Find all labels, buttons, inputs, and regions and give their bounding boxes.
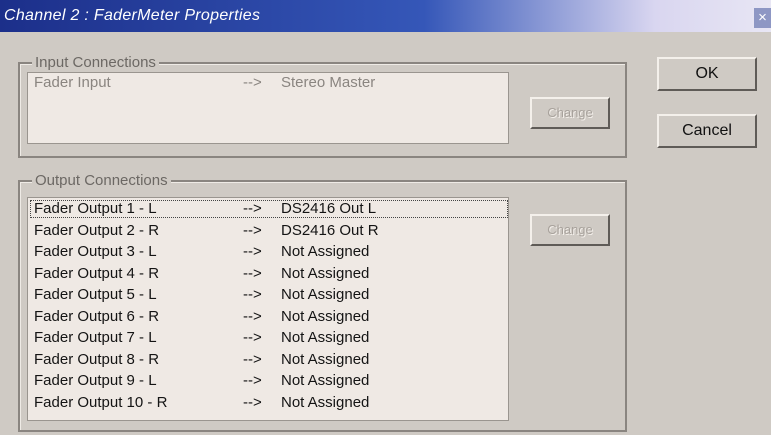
arrow-icon: --> [243,393,262,411]
connection-source: Fader Output 7 - L [34,329,157,346]
connection-target: Not Assigned [281,393,370,411]
connection-target: Not Assigned [281,329,370,346]
connection-target: DS2416 Out L [281,200,377,217]
input-connections-group: Input Connections Fader Input --> Stereo… [18,54,627,158]
connection-source: Fader Output 3 - L [34,243,157,260]
arrow-icon: --> [243,286,262,303]
connection-source: Fader Input [34,74,111,91]
arrow-icon: --> [243,243,262,260]
ok-button[interactable]: OK [657,57,757,91]
connection-source: Fader Output 2 - R [34,221,160,239]
arrow-icon: --> [243,350,262,368]
arrow-icon: --> [243,329,262,346]
input-connections-list[interactable]: Fader Input --> Stereo Master [27,72,509,144]
output-change-button[interactable]: Change [530,214,610,246]
connection-target: Not Assigned [281,286,370,303]
connection-target: Stereo Master [281,74,376,91]
output-connections-list[interactable]: Fader Output 1 - L --> DS2416 Out L Fader O… [27,197,509,421]
connection-source: Fader Output 10 - R [34,393,168,411]
connection-target: Not Assigned [281,307,370,325]
cancel-label: Cancel [682,122,732,139]
arrow-icon: --> [243,74,262,91]
arrow-icon: --> [243,372,262,389]
connection-source: Fader Output 6 - R [34,307,160,325]
connection-target: Not Assigned [281,264,370,282]
dialog-body: Input Connections Fader Input --> Stereo… [0,32,771,435]
title-bar[interactable]: Channel 2 : FaderMeter Properties × [0,0,771,32]
connection-source: Fader Output 8 - R [34,350,160,368]
connection-source: Fader Output 1 - L [34,200,157,217]
window-title: Channel 2 : FaderMeter Properties [4,7,261,24]
output-connections-label: Output Connections [32,172,171,189]
connection-source: Fader Output 5 - L [34,286,157,303]
close-icon[interactable]: × [754,8,771,28]
input-change-button[interactable]: Change [530,97,610,129]
input-connections-label: Input Connections [32,54,159,71]
arrow-icon: --> [243,307,262,325]
connection-target: Not Assigned [281,372,370,389]
connection-target: Not Assigned [281,243,370,260]
cancel-button[interactable]: Cancel [657,114,757,148]
arrow-icon: --> [243,264,262,282]
ok-label: OK [695,65,719,82]
arrow-icon: --> [243,221,262,239]
connection-target: Not Assigned [281,350,370,368]
output-change-label: Change [547,222,593,237]
output-connections-group: Output Connections Fader Output 1 - L -->… [18,172,627,432]
connection-target: DS2416 Out R [281,221,379,239]
connection-source: Fader Output 4 - R [34,264,160,282]
connection-source: Fader Output 9 - L [34,372,157,389]
input-change-label: Change [547,105,593,120]
arrow-icon: --> [243,200,262,217]
